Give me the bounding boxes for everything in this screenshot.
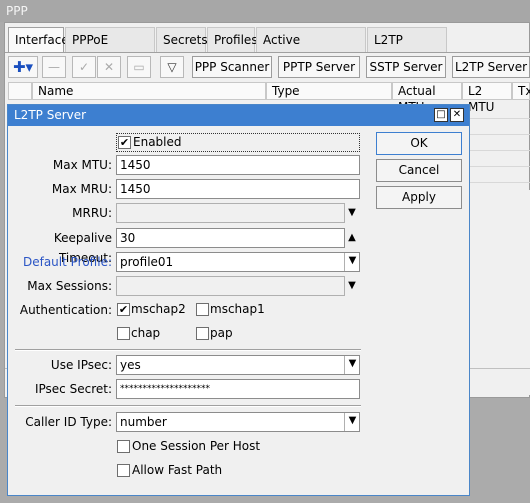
cancel-button[interactable]: Cancel <box>376 159 462 182</box>
close-icon[interactable]: ✕ <box>450 108 464 122</box>
chap-checkbox[interactable] <box>117 327 130 340</box>
dropdown-icon[interactable]: ▼ <box>344 356 360 374</box>
default-profile-select[interactable]: profile01 <box>116 252 360 272</box>
max-mru-input[interactable]: 1450 <box>116 179 360 199</box>
enabled-label: Enabled <box>133 135 182 149</box>
tab-pppoe-servers[interactable]: PPPoE Servers <box>65 27 155 72</box>
comment-icon[interactable]: ▭ <box>127 56 151 78</box>
max-mru-label: Max MRU: <box>51 182 112 196</box>
allow-fast-path-checkbox[interactable] <box>117 464 130 477</box>
mschap2-label: mschap2 <box>131 302 186 316</box>
caller-id-type-select[interactable]: number <box>116 412 360 432</box>
default-profile-label[interactable]: Default Profile: <box>2 252 112 272</box>
column-header-flags[interactable] <box>8 82 32 100</box>
max-mtu-label: Max MTU: <box>52 158 112 172</box>
use-ipsec-select[interactable]: yes <box>116 355 360 375</box>
grid-line <box>460 182 530 183</box>
grid-line <box>460 150 530 151</box>
use-ipsec-label: Use IPsec: <box>50 358 112 372</box>
l2tp-server-button[interactable]: L2TP Server <box>452 56 530 78</box>
separator <box>15 349 361 351</box>
max-mtu-input[interactable]: 1450 <box>116 155 360 175</box>
sstp-server-button[interactable]: SSTP Server <box>366 56 446 78</box>
separator <box>15 405 361 407</box>
pap-label: pap <box>210 326 233 340</box>
apply-button[interactable]: Apply <box>376 186 462 209</box>
dropdown-icon[interactable]: ▼ <box>344 253 360 271</box>
column-header-type[interactable]: Type <box>266 82 392 100</box>
expand-down-icon[interactable]: ▼ <box>345 203 359 223</box>
tab-l2tp-secrets[interactable]: L2TP Secrets <box>367 27 447 72</box>
keepalive-timeout-label: Keepalive Timeout: <box>53 231 112 265</box>
ok-button[interactable]: OK <box>376 132 462 155</box>
mschap2-checkbox[interactable]: ✔ <box>117 303 130 316</box>
ppp-scanner-button[interactable]: PPP Scanner <box>192 56 272 78</box>
ipsec-secret-label: IPsec Secret: <box>34 382 112 396</box>
tab-interface[interactable]: Interface <box>8 27 69 52</box>
add-icon[interactable]: ✚▾ <box>8 56 38 78</box>
remove-icon[interactable]: — <box>42 56 66 78</box>
collapse-up-icon[interactable]: ▲ <box>345 228 359 248</box>
window-title: PPP <box>0 0 530 22</box>
column-header-name[interactable]: Name <box>32 82 266 100</box>
max-sessions-input[interactable] <box>116 276 345 296</box>
filter-icon[interactable]: ▽ <box>160 56 184 78</box>
chap-label: chap <box>131 326 161 340</box>
maximize-icon[interactable]: □ <box>434 108 448 122</box>
column-header-l2-mtu[interactable]: L2 MTU <box>462 82 512 114</box>
mrru-label: MRRU: <box>72 206 112 220</box>
max-sessions-label: Max Sessions: <box>27 279 112 293</box>
mrru-input[interactable] <box>116 203 345 223</box>
dialog-title: L2TP Server <box>8 105 469 126</box>
caller-id-type-label: Caller ID Type: <box>25 415 112 429</box>
pap-checkbox[interactable] <box>196 327 209 340</box>
ipsec-secret-input[interactable]: ******************** <box>116 379 360 399</box>
list-empty-area <box>460 190 530 368</box>
grid-line <box>460 134 530 135</box>
tab-profiles[interactable]: Profiles <box>207 27 258 52</box>
enabled-checkbox[interactable]: ✔ <box>118 136 131 149</box>
one-session-per-host-checkbox[interactable] <box>117 440 130 453</box>
pptp-server-button[interactable]: PPTP Server <box>278 56 360 78</box>
allow-fast-path-label: Allow Fast Path <box>132 463 223 477</box>
disable-icon[interactable]: ✕ <box>97 56 121 78</box>
dropdown-icon[interactable]: ▼ <box>344 413 360 431</box>
grid-line <box>460 166 530 167</box>
enable-icon[interactable]: ✓ <box>72 56 96 78</box>
mschap1-label: mschap1 <box>210 302 265 316</box>
mschap1-checkbox[interactable] <box>196 303 209 316</box>
authentication-label: Authentication: <box>19 303 112 317</box>
grid-line <box>460 118 530 119</box>
tab-active-connections[interactable]: Active Connections <box>256 27 366 72</box>
column-header-tx[interactable]: Tx <box>512 82 530 100</box>
expand-down-icon[interactable]: ▼ <box>345 276 359 296</box>
one-session-per-host-label: One Session Per Host <box>132 439 261 453</box>
tab-secrets[interactable]: Secrets <box>156 27 208 52</box>
keepalive-timeout-input[interactable]: 30 <box>116 228 345 248</box>
column-header-actual-mtu[interactable]: Actual MTU <box>392 82 462 114</box>
